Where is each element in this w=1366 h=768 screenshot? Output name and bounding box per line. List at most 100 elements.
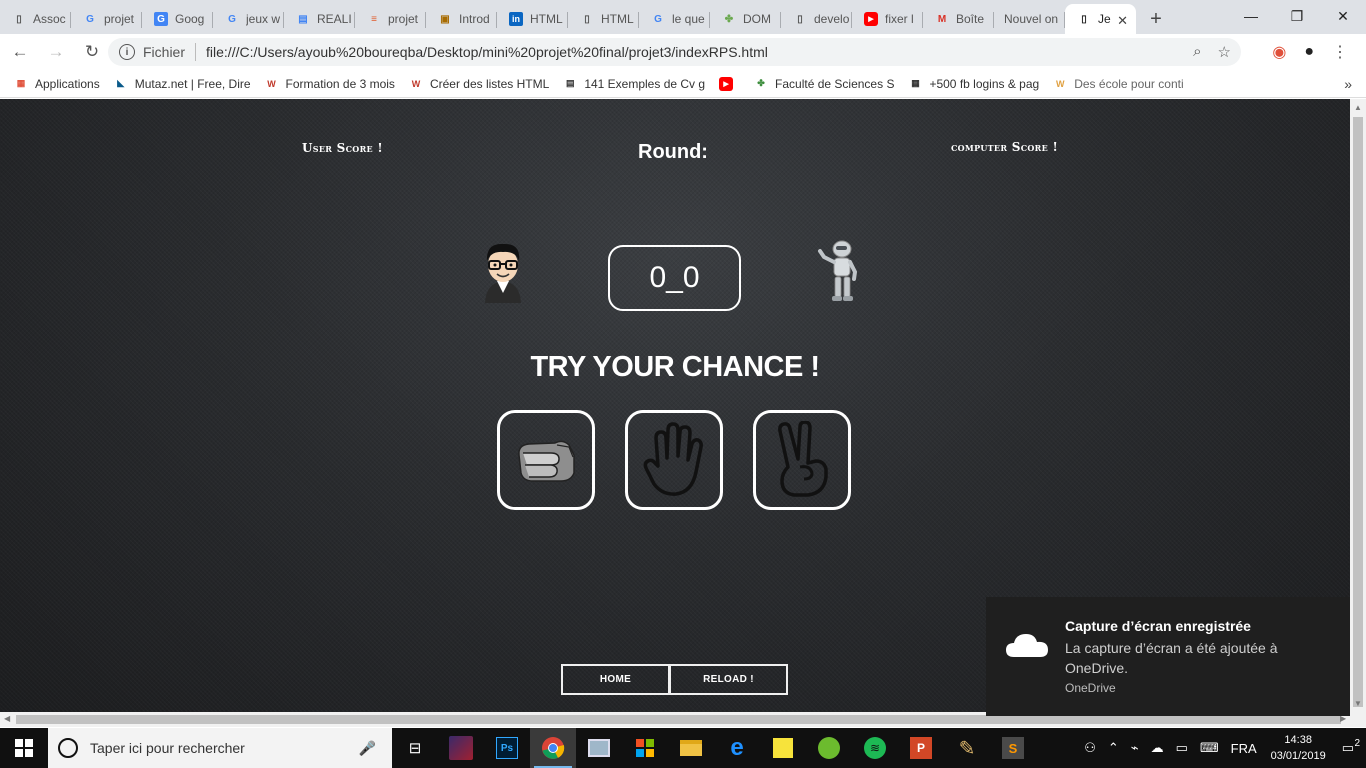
bookmark-ecoles[interactable]: W Des école pour conti [1053,77,1184,91]
menu-icon[interactable]: ⋮ [1332,42,1348,62]
bookmark-star-icon[interactable]: ☆ [1218,43,1231,61]
tab-15[interactable]: Nouvel on [994,4,1065,34]
sticky-notes-icon[interactable] [760,728,806,768]
scissors-button[interactable] [753,410,851,510]
chevron-up-icon[interactable]: ⌃ [1102,740,1125,756]
tab-1[interactable]: ▯ Assoc [0,4,71,34]
chevron-right-icon[interactable]: » [1344,76,1352,92]
tab-6[interactable]: ≡ projet [355,4,426,34]
start-button[interactable] [0,728,48,768]
bookmark-youtube[interactable]: ▶ [719,76,740,91]
scroll-down-icon[interactable]: ▼ [1354,699,1362,708]
keyboard-icon[interactable]: ⌨ [1194,740,1225,756]
green-app-icon[interactable] [806,728,852,768]
restore-icon[interactable]: ❐ [1274,0,1320,32]
spotify-icon[interactable]: ≋ [852,728,898,768]
browser-toolbar: ← → ↻ i Fichier file:///C:/Users/ayoub%2… [0,34,1366,70]
vertical-scrollbar[interactable]: ▲ ▼ [1350,99,1366,727]
edge-icon[interactable]: e [714,728,760,768]
monitor-icon[interactable]: ▭ [1170,740,1194,756]
network-icon[interactable]: ⌁ [1125,740,1145,756]
tab-13[interactable]: ▶ fixer l [852,4,923,34]
google-translate-icon: G [154,12,168,26]
toolbar-extensions: ◉ ● ⋮ [1272,34,1366,70]
address-bar[interactable]: i Fichier file:///C:/Users/ayoub%20boure… [108,38,1241,66]
store-icon[interactable] [622,728,668,768]
toast-body: La capture d’écran a été ajoutée à OneDr… [1065,640,1278,676]
apps-grid-icon: ▦ [16,78,26,88]
taskbar-search[interactable]: Taper ici pour rechercher 🎤 [48,728,392,768]
computer-score-label: computer Score ! [951,140,1059,154]
zoom-icon[interactable]: ⌕ [1193,43,1201,61]
tab-5[interactable]: ▤ REALI [284,4,355,34]
reload-button[interactable]: ↻ [76,36,108,68]
toast-title: Capture d’écran enregistrée [1065,618,1251,634]
vertical-scroll-thumb[interactable] [1353,117,1363,707]
microphone-icon[interactable]: 🎤 [359,740,376,757]
onedrive-tray-icon[interactable]: ☁ [1145,740,1170,756]
tab-4[interactable]: Gjeux w [213,4,284,34]
faculty-icon: ✤ [757,78,765,88]
clock[interactable]: 14:38 03/01/2019 [1263,732,1334,764]
close-icon[interactable]: ✕ [1117,13,1128,29]
tab-12[interactable]: ▯ develo [781,4,852,34]
back-button[interactable]: ← [4,36,36,68]
window-close-icon[interactable]: ✕ [1320,0,1366,32]
tab-11[interactable]: ✤ DOM [710,4,781,34]
page-icon: ▯ [1081,13,1087,25]
system-tray: ⚇ ⌃ ⌁ ☁ ▭ ⌨ FRA 14:38 03/01/2019 ▭ 2 [1078,728,1366,768]
paint-icon[interactable]: ✎ [944,728,990,768]
people-icon[interactable]: ⚇ [1078,740,1102,756]
file-explorer-icon[interactable] [668,728,714,768]
youtube-icon: ▶ [864,12,878,26]
forward-button[interactable]: → [40,36,72,68]
tab-7[interactable]: ▣ Introd [426,4,497,34]
sublime-text-icon[interactable]: S [990,728,1036,768]
bookmarks-bar: ▦ Applications ◣ Mutaz.net | Free, Dire WF… [0,70,1366,98]
task-view-icon[interactable]: ⊟ [392,728,438,768]
language-indicator[interactable]: FRA [1225,741,1263,756]
home-button[interactable]: HOME [561,664,670,695]
bookmark-listes-html[interactable]: W Créer des listes HTML [409,77,550,91]
chrome-icon[interactable] [530,728,576,768]
tab-8[interactable]: in HTML [497,4,568,34]
reload-game-button[interactable]: RELOAD ! [669,664,788,695]
computer-robot-avatar [814,239,864,305]
tab-14[interactable]: M Boîte [923,4,994,34]
photoshop-icon[interactable]: Ps [484,728,530,768]
photos-app-icon[interactable] [576,728,622,768]
action-center-icon[interactable]: ▭ 2 [1334,738,1366,756]
clock-time: 14:38 [1284,734,1312,746]
info-icon[interactable]: i [119,44,135,60]
minimize-icon[interactable]: — [1228,0,1274,32]
bookmark-cv[interactable]: ▤ 141 Exemples de Cv g [563,77,705,91]
address-separator [195,43,197,61]
scroll-up-icon[interactable]: ▲ [1354,103,1362,112]
bookmark-formation[interactable]: W Formation de 3 mois [265,77,395,91]
scroll-left-icon[interactable]: ◀ [4,714,10,723]
w3-icon: W [267,78,276,89]
horizontal-scroll-thumb[interactable] [16,715,1341,724]
tab-2[interactable]: Gprojet [71,4,142,34]
tab-9[interactable]: ▯ HTML [568,4,639,34]
url-text[interactable]: file:///C:/Users/ayoub%20boureqba/Deskto… [206,44,768,60]
bookmark-mutaz[interactable]: ◣ Mutaz.net | Free, Dire [114,77,250,91]
youtube-icon: ▶ [719,76,734,91]
bookmark-fb-logins[interactable]: ▦ +500 fb logins & pag [908,77,1039,91]
bookmark-applications[interactable]: ▦ Applications [14,77,100,91]
school-icon: W [1055,78,1065,89]
onedrive-notification[interactable]: Capture d’écran enregistrée La capture d… [986,597,1350,716]
page-icon: ▯ [797,13,803,25]
tab-active[interactable]: ▯ Je ✕ [1065,4,1136,34]
new-tab-button[interactable]: + [1142,4,1170,34]
extension-icon[interactable]: ◉ [1272,42,1286,62]
game-app-icon[interactable] [438,728,484,768]
bookmark-faculte[interactable]: ✤ Faculté de Sciences S [754,77,894,91]
google-icon: G [86,13,94,25]
tab-10[interactable]: Gle que [639,4,710,34]
powerpoint-icon[interactable]: P [898,728,944,768]
tab-3[interactable]: G Goog [142,4,213,34]
rock-button[interactable] [497,410,595,510]
profile-avatar[interactable]: ● [1304,43,1314,61]
paper-button[interactable] [625,410,723,510]
